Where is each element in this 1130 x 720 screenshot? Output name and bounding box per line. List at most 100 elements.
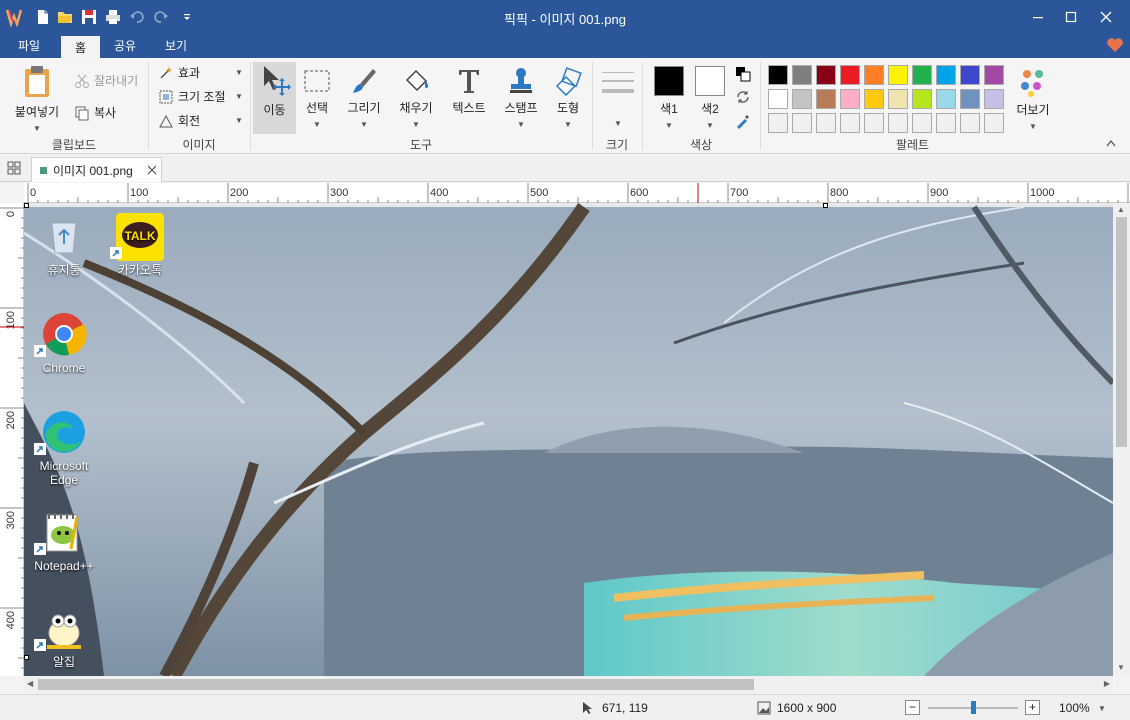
tab-share[interactable]: 공유 (104, 34, 146, 58)
vertical-scrollbar[interactable]: ▲ ▼ (1113, 203, 1130, 676)
image-canvas[interactable]: 휴지통 TALK 카카오톡 Chrome Microsoft Edge Notepad++… (24, 203, 1113, 676)
resize-handle[interactable] (24, 655, 29, 660)
more-colors-button[interactable]: 더보기 ▼ (1010, 66, 1056, 132)
palette-swatch[interactable] (864, 89, 884, 109)
cut-button[interactable]: 잘라내기 (74, 72, 138, 89)
palette-swatch[interactable] (840, 65, 860, 85)
collapse-ribbon-icon[interactable] (1105, 138, 1117, 148)
palette-swatch[interactable] (792, 89, 812, 109)
select-tool-button[interactable]: 선택 ▼ (298, 66, 336, 130)
copy-button[interactable]: 복사 (74, 104, 116, 121)
scroll-left-icon[interactable]: ◀ (27, 679, 33, 688)
resize-handle[interactable] (823, 203, 828, 208)
palette-swatch[interactable] (888, 65, 908, 85)
paste-button[interactable]: 붙여넣기 ▼ (8, 64, 66, 134)
palette-swatch[interactable] (960, 65, 980, 85)
zoom-in-button[interactable]: + (1025, 700, 1040, 715)
vertical-scroll-thumb[interactable] (1116, 217, 1127, 447)
palette-swatch[interactable] (912, 89, 932, 109)
desktop-icon-notepad-plus[interactable]: Notepad++ (32, 509, 96, 573)
palette-swatch[interactable] (984, 113, 1004, 133)
line-size-dropdown-icon: ▼ (614, 119, 622, 128)
palette-swatch[interactable] (912, 65, 932, 85)
stamp-dropdown-icon[interactable]: ▼ (517, 120, 525, 129)
select-dropdown-icon[interactable]: ▼ (313, 120, 321, 129)
eyedropper-icon[interactable] (735, 113, 751, 129)
palette-swatch[interactable] (864, 65, 884, 85)
stamp-tool-button[interactable]: 스탬프 ▼ (497, 66, 545, 130)
default-colors-icon[interactable] (735, 66, 751, 82)
draw-dropdown-icon[interactable]: ▼ (360, 120, 368, 129)
palette-swatch[interactable] (888, 89, 908, 109)
document-tab[interactable]: 이미지 001.png (31, 157, 162, 182)
paste-label: 붙여넣기 (14, 105, 60, 119)
shape-dropdown-icon[interactable]: ▼ (564, 120, 572, 129)
palette-swatch[interactable] (936, 89, 956, 109)
horizontal-scroll-thumb[interactable] (38, 679, 754, 690)
zoom-slider-thumb[interactable] (971, 701, 976, 714)
effects-button[interactable]: 효과 (158, 64, 200, 81)
fill-dropdown-icon[interactable]: ▼ (412, 120, 420, 129)
color-palette-icon (1021, 70, 1043, 97)
palette-swatch[interactable] (768, 113, 788, 133)
close-tab-icon[interactable] (147, 165, 157, 175)
palette-swatch[interactable] (936, 113, 956, 133)
palette-swatch[interactable] (888, 113, 908, 133)
ruler-label: 800 (830, 187, 848, 199)
desktop-icon-edge[interactable]: Microsoft Edge (32, 409, 96, 487)
rotate-button[interactable]: 회전 (158, 112, 200, 129)
desktop-icon-kakaotalk[interactable]: TALK 카카오톡 (108, 213, 172, 277)
draw-tool-button[interactable]: 그리기 ▼ (340, 66, 388, 130)
palette-swatch[interactable] (984, 65, 1004, 85)
color2-button[interactable]: 색2 ▼ (691, 66, 729, 131)
palette-swatch[interactable] (864, 113, 884, 133)
document-tabs: 이미지 001.png (0, 155, 1130, 182)
move-tool-button[interactable]: 이동 (253, 62, 296, 134)
resize-dropdown-icon[interactable]: ▼ (235, 92, 243, 101)
palette-swatch[interactable] (768, 89, 788, 109)
fill-tool-button[interactable]: 채우기 ▼ (393, 66, 439, 130)
ruler-label: 200 (5, 411, 17, 429)
desktop-icon-chrome[interactable]: Chrome (32, 311, 96, 375)
palette-swatch[interactable] (816, 113, 836, 133)
grid-view-icon[interactable] (7, 161, 21, 175)
scroll-down-icon[interactable]: ▼ (1117, 663, 1125, 672)
palette-swatch[interactable] (984, 89, 1004, 109)
resize-button[interactable]: 크기 조절 (158, 88, 226, 105)
tab-home[interactable]: 홈 (61, 34, 100, 58)
color-group-label: 색상 (689, 138, 713, 152)
scroll-right-icon[interactable]: ▶ (1104, 679, 1110, 688)
resize-handle[interactable] (24, 203, 29, 208)
palette-swatch[interactable] (960, 113, 980, 133)
close-button[interactable] (1083, 0, 1129, 34)
tab-view[interactable]: 보기 (154, 34, 198, 58)
palette-swatch[interactable] (792, 113, 812, 133)
heart-icon[interactable] (1106, 37, 1124, 53)
desktop-icon-recycle-bin[interactable]: 휴지통 (32, 213, 96, 277)
palette-swatch[interactable] (816, 89, 836, 109)
text-tool-button[interactable]: 텍스트 (444, 66, 494, 116)
palette-swatch[interactable] (840, 89, 860, 109)
swap-colors-icon[interactable] (735, 89, 751, 105)
palette-swatch[interactable] (816, 65, 836, 85)
horizontal-scrollbar[interactable]: ◀ ▶ (24, 676, 1113, 693)
tab-file[interactable]: 파일 (6, 34, 52, 58)
effects-dropdown-icon[interactable]: ▼ (235, 68, 243, 77)
palette-swatch[interactable] (792, 65, 812, 85)
palette-swatch[interactable] (960, 89, 980, 109)
ruler-label: 600 (630, 187, 648, 199)
scroll-up-icon[interactable]: ▲ (1117, 205, 1125, 214)
zoom-level[interactable]: 100% (1059, 701, 1090, 715)
palette-swatch[interactable] (936, 65, 956, 85)
palette-swatch[interactable] (912, 113, 932, 133)
palette-swatch[interactable] (840, 113, 860, 133)
palette-swatch[interactable] (768, 65, 788, 85)
line-size-button[interactable]: ▼ (598, 68, 638, 128)
zoom-dropdown-icon[interactable]: ▼ (1098, 704, 1106, 713)
color1-button[interactable]: 색1 ▼ (650, 66, 688, 131)
rotate-dropdown-icon[interactable]: ▼ (235, 116, 243, 125)
zoom-out-button[interactable]: − (905, 700, 920, 715)
shape-tool-button[interactable]: 도형 ▼ (548, 66, 588, 130)
resize-label: 크기 조절 (178, 90, 226, 104)
desktop-icon-alzip[interactable]: 알집 (32, 605, 96, 669)
